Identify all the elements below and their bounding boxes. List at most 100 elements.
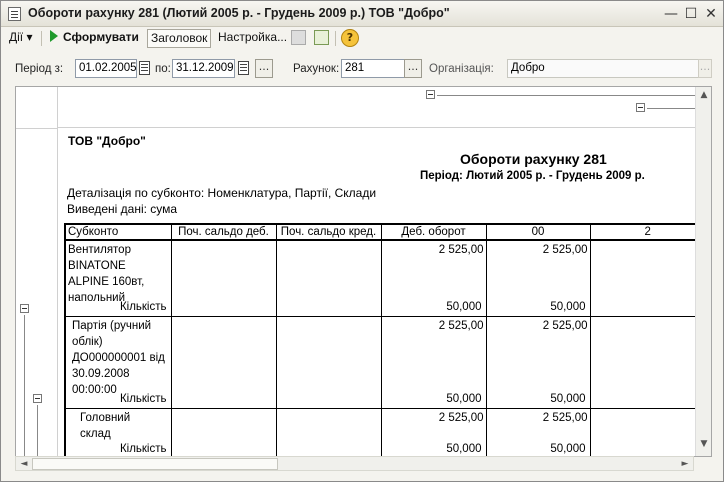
vertical-scrollbar[interactable]: ▲ ▼ (695, 87, 711, 456)
generate-label: Сформувати (63, 30, 139, 44)
row-group-line (24, 315, 25, 456)
toolbar-separator (335, 31, 336, 46)
row-group-line (37, 405, 38, 456)
help-icon[interactable]: ? (341, 29, 359, 47)
account-input[interactable]: 281 (341, 59, 405, 78)
generate-button[interactable]: Сформувати (50, 29, 139, 48)
actions-menu[interactable]: Дії ▾ (9, 29, 32, 48)
maximize-button[interactable]: ☐ (682, 5, 700, 23)
subconto-name: Головний склад (80, 412, 131, 440)
document-icon (8, 7, 21, 21)
col00-amount: 2 525,00 (542, 244, 588, 256)
table-cell (275, 316, 381, 409)
table-cell (275, 240, 381, 317)
debit-turnover-cell: 2 525,00 50,000 (380, 408, 486, 456)
debit-turnover-amount: 2 525,00 (438, 412, 484, 424)
account-label: Рахунок: (293, 63, 340, 75)
debit-turnover-amount: 2 525,00 (438, 320, 484, 332)
organization-input[interactable]: Добро (507, 59, 700, 78)
calendar-icon[interactable] (139, 61, 150, 75)
organization-select-button[interactable]: ... (698, 59, 712, 78)
minimize-button[interactable]: — (662, 5, 680, 23)
title-bar: Обороти рахунку 281 (Лютий 2005 р. - Гру… (1, 1, 723, 27)
col00-amount: 2 525,00 (542, 320, 588, 332)
column-group-line (647, 108, 695, 109)
table-row[interactable]: Головний склад Кількість 2 525,00 50,000… (64, 408, 705, 456)
period-from-label: Період з: (15, 63, 64, 75)
period-to-label: по: (155, 63, 171, 75)
turnover-table: Субконто Поч. сальдо деб. Поч. сальдо кр… (64, 223, 705, 456)
report-period: Період: Лютий 2005 р. - Грудень 2009 р. (420, 170, 645, 182)
report-detail: Деталізація по субконто: Номенклатура, П… (67, 186, 377, 200)
calendar-icon[interactable] (238, 61, 249, 75)
debit-turnover-quantity: 50,000 (446, 393, 482, 405)
close-button[interactable]: ✕ (702, 5, 720, 23)
report-top-band (16, 87, 695, 128)
organization-label: Організація: (429, 63, 494, 75)
horizontal-scrollbar[interactable]: ◄ ► (15, 456, 694, 471)
debit-turnover-cell: 2 525,00 50,000 (380, 316, 486, 409)
debit-turnover-cell: 2 525,00 50,000 (380, 240, 486, 317)
debit-turnover-amount: 2 525,00 (438, 244, 484, 256)
column-header: Поч. сальдо кред. (275, 223, 381, 241)
col00-cell: 2 525,00 50,000 (485, 240, 590, 317)
toolbar: Дії ▾ Сформувати Заголовок Настройка... … (1, 27, 723, 49)
column-header: 2 (589, 223, 705, 241)
table-cell (170, 240, 276, 317)
column-header: Поч. сальдо деб. (170, 223, 276, 241)
report-output: Виведені дані: сума (67, 202, 178, 216)
scroll-right-icon[interactable]: ► (677, 456, 693, 472)
collapse-row-group-button[interactable] (33, 394, 42, 403)
report-window: Обороти рахунку 281 (Лютий 2005 р. - Гру… (0, 0, 724, 482)
col00-quantity: 50,000 (550, 393, 586, 405)
settings-button[interactable]: Настройка... (218, 29, 287, 48)
col00-quantity: 50,000 (550, 443, 586, 455)
gutter-divider (16, 128, 58, 129)
report-title: Обороти рахунку 281 (460, 151, 607, 167)
table-row[interactable]: Партія (ручний облік) ДО000000001 від 30… (64, 316, 705, 409)
col00-quantity: 50,000 (550, 301, 586, 313)
debit-turnover-quantity: 50,000 (446, 301, 482, 313)
subconto-name: Вентилятор BINATONE ALPINE 160вт, наполь… (68, 244, 145, 304)
window-title: Обороти рахунку 281 (Лютий 2005 р. - Гру… (28, 6, 450, 20)
company-name: ТОВ "Добро" (68, 134, 146, 148)
column-header: 00 (485, 223, 590, 241)
debit-turnover-quantity: 50,000 (446, 443, 482, 455)
restore-settings-icon[interactable] (314, 30, 329, 45)
table-header-row: Субконто Поч. сальдо деб. Поч. сальдо кр… (64, 223, 705, 241)
table-cell (170, 316, 276, 409)
table-cell (275, 408, 381, 456)
column-group-line (437, 95, 695, 96)
column-header: Деб. оборот (380, 223, 486, 241)
report-spreadsheet[interactable]: ТОВ "Добро" Обороти рахунку 281 Період: … (15, 86, 712, 457)
header-toggle-button[interactable]: Заголовок (147, 29, 212, 48)
collapse-column-group-button[interactable] (426, 90, 435, 99)
horizontal-scroll-thumb[interactable] (32, 458, 278, 470)
subconto-cell: Вентилятор BINATONE ALPINE 160вт, наполь… (64, 240, 171, 317)
period-select-button[interactable]: ... (255, 59, 273, 78)
col00-amount: 2 525,00 (542, 412, 588, 424)
subconto-name: Партія (ручний облік) ДО000000001 від 30… (72, 320, 165, 396)
collapse-row-group-button[interactable] (20, 304, 29, 313)
quantity-label: Кількість (119, 443, 167, 455)
toolbar-separator (41, 31, 42, 46)
table-cell (589, 316, 705, 409)
scroll-left-icon[interactable]: ◄ (16, 456, 32, 472)
table-cell (589, 240, 705, 317)
scroll-up-icon[interactable]: ▲ (696, 87, 711, 103)
table-cell (170, 408, 276, 456)
col00-cell: 2 525,00 50,000 (485, 408, 590, 456)
subconto-cell: Головний склад Кількість (64, 408, 171, 456)
period-from-input[interactable]: 01.02.2005 (75, 59, 137, 78)
quantity-label: Кількість (119, 393, 167, 405)
period-to-input[interactable]: 31.12.2009 (172, 59, 235, 78)
account-select-button[interactable]: ... (404, 59, 422, 78)
collapse-column-group-button[interactable] (636, 103, 645, 112)
save-settings-icon[interactable] (291, 30, 306, 45)
table-row[interactable]: Вентилятор BINATONE ALPINE 160вт, наполь… (64, 240, 705, 317)
column-header: Субконто (64, 223, 171, 241)
quantity-label: Кількість (119, 301, 167, 313)
scroll-down-icon[interactable]: ▼ (696, 436, 711, 452)
play-icon (50, 30, 58, 42)
table-cell (589, 408, 705, 456)
